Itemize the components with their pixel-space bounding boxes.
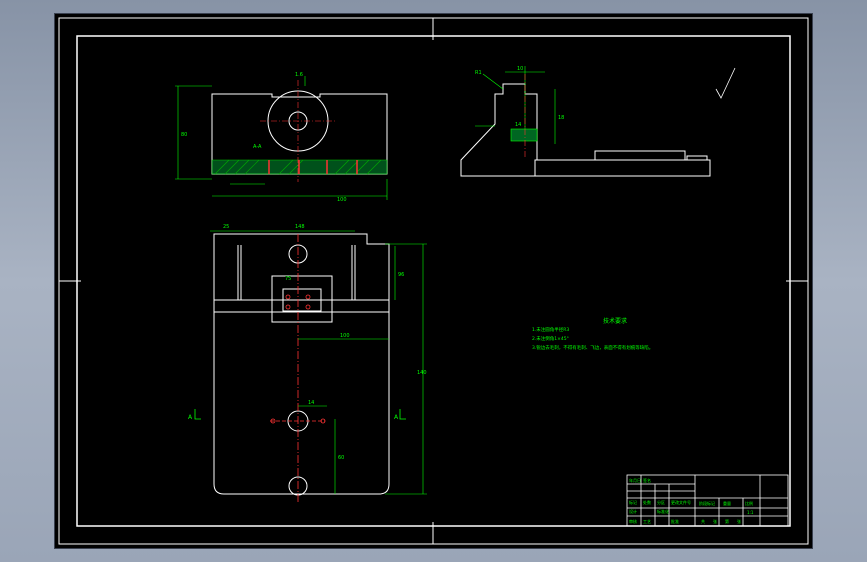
tb-cell-std: 标准化 — [657, 508, 669, 514]
tb-cell-mark: 标记 — [629, 499, 637, 505]
dim-front-width: 148 — [295, 224, 305, 230]
section-mark-left: A — [188, 414, 193, 421]
tb-cell-count: 处数 — [643, 499, 651, 505]
tb-cell-scale-value: 1:1 — [747, 510, 754, 515]
dim-front-lower: 60 — [338, 455, 344, 461]
tb-cell-date: 年月日 — [629, 477, 641, 483]
front-view — [210, 230, 427, 504]
dim-side-radius: R1 — [475, 70, 482, 76]
tb-cell-sign: 签名 — [643, 477, 651, 483]
tech-notes-title: 技术要求 — [603, 317, 627, 325]
tb-cell-zone: 分区 — [657, 499, 665, 505]
tb-cell-process: 工艺 — [643, 519, 651, 524]
dim-front-hole: 14 — [308, 400, 314, 406]
tb-cell-page-unit: 张 — [737, 518, 741, 524]
dim-front-side: 96 — [398, 272, 404, 278]
tech-note-2: 2.未注倒角1×45° — [532, 335, 569, 342]
tb-cell-weight: 重量 — [723, 500, 731, 506]
dim-top-roughness: 1.6 — [295, 72, 303, 78]
section-marks — [194, 67, 736, 420]
dim-top-section-label: A-A — [253, 144, 262, 150]
top-view — [175, 76, 388, 200]
dim-front-height: 140 — [417, 370, 427, 376]
tb-cell-total: 共 — [701, 518, 705, 524]
tb-cell-sheets: 张 — [713, 518, 717, 524]
dim-side-top: 10 — [517, 66, 523, 72]
section-mark-right: A — [394, 414, 399, 421]
tb-cell-approve: 批准 — [671, 518, 679, 524]
tb-cell-page: 第 — [725, 518, 729, 524]
tb-cell-review: 审核 — [629, 518, 637, 524]
tb-cell-scale: 比例 — [745, 500, 753, 506]
inner-frame — [76, 35, 791, 527]
dim-side-height: 18 — [558, 115, 564, 121]
dim-front-mid: 100 — [340, 333, 350, 339]
tech-note-3: 3.锐边去毛刺，不得有毛刺、飞边，表面不得有划痕等缺陷。 — [532, 344, 653, 351]
drawing-sheet: 80 1.6 100 A-A 148 25 140 96 100 14 60 7… — [55, 14, 812, 548]
outer-frame — [58, 17, 809, 545]
dim-top-width: 100 — [337, 197, 347, 203]
cad-drawing: 80 1.6 100 A-A 148 25 140 96 100 14 60 7… — [58, 17, 809, 545]
dim-front-pocket: 75 — [285, 276, 291, 282]
dim-top-height: 80 — [181, 132, 187, 138]
centering-marks — [59, 18, 808, 544]
dim-front-left: 25 — [223, 224, 229, 230]
dim-side-slot: 14 — [515, 122, 521, 128]
tb-cell-design: 设计 — [629, 508, 637, 514]
side-view — [460, 66, 711, 177]
tb-cell-doc: 更改文件号 — [671, 499, 691, 505]
tech-note-1: 1.未注圆角半径R3 — [532, 326, 569, 333]
tb-cell-stage: 阶段标记 — [699, 500, 715, 506]
